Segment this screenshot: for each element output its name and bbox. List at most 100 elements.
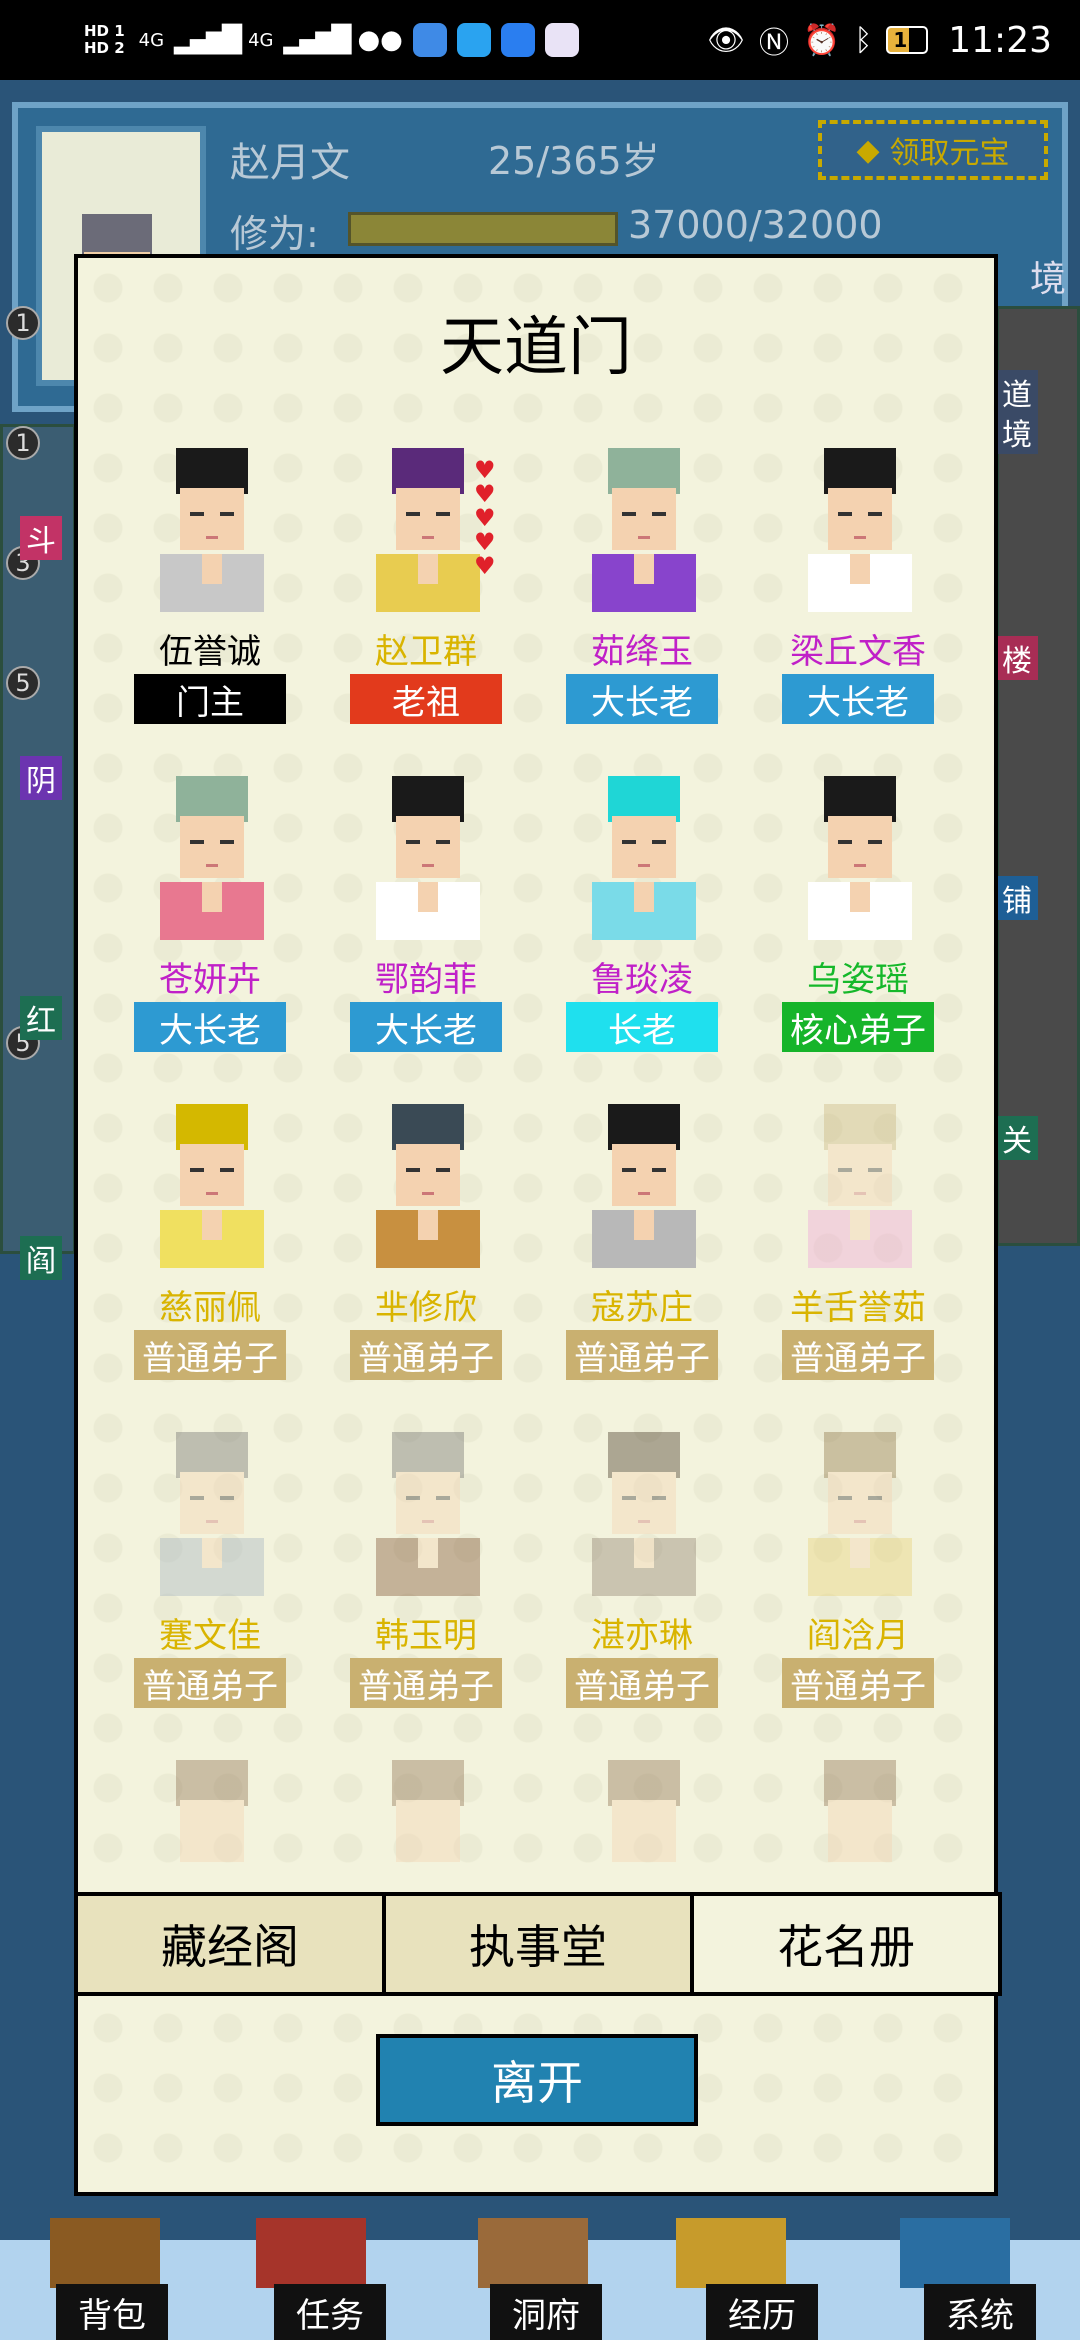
member-card[interactable]: 芈修欣 普通弟子	[350, 1094, 502, 1422]
signal-2-label: 4G	[248, 29, 274, 51]
network-2-label: HD 2	[84, 39, 125, 57]
member-rank-badge: 大长老	[782, 674, 934, 724]
member-avatar	[160, 1104, 264, 1268]
tab-scripture-pavilion[interactable]: 藏经阁	[74, 1892, 386, 1996]
member-avatar	[592, 448, 696, 612]
member-name: 羊舌誉茹	[790, 1288, 926, 1328]
cultivation-bar	[348, 212, 618, 246]
member-card[interactable]: 苍妍卉 大长老	[134, 766, 286, 1094]
nav-history[interactable]: 经历	[706, 2284, 818, 2340]
member-name: 伍誉诚	[159, 632, 261, 672]
member-rank-badge: 普通弟子	[350, 1658, 502, 1708]
tab-label: 藏经阁	[161, 1920, 299, 1974]
nav-quests[interactable]: 任务	[274, 2284, 386, 2340]
member-card[interactable]: 茹绛玉 大长老	[566, 438, 718, 766]
status-bar: HD 1 HD 2 4G ▂▄▆█ 4G ▂▄▆█ ●● 👁 Ⓝ ⏰ ᛒ 15 …	[0, 0, 1080, 80]
member-card[interactable]: 羊舌誉茹 普通弟子	[782, 1094, 934, 1422]
tab-label: 执事堂	[469, 1920, 607, 1974]
leave-button[interactable]: 离开	[376, 2034, 698, 2126]
nav-system[interactable]: 系统	[924, 2284, 1036, 2340]
member-avatar	[376, 448, 480, 612]
member-name: 阎浛月	[807, 1616, 909, 1656]
member-card[interactable]: 阎浛月 普通弟子	[782, 1422, 934, 1750]
eye-icon: 👁	[706, 22, 746, 58]
bottom-nav: 背包 任务 洞府 经历 系统	[0, 2218, 1080, 2340]
member-rank-badge: 老祖	[350, 674, 502, 724]
dialog-tabs: 藏经阁 执事堂 花名册	[74, 1892, 1002, 1996]
member-grid: 伍誉诚 门主 ♥ ♥ ♥ ♥ ♥ 赵卫群 老祖 茹绛玉 大长老 梁丘文香 大长老 苍妍卉 大长老 鄂韵…	[134, 438, 934, 2078]
hearts-icon: ♥ ♥ ♥ ♥ ♥	[474, 456, 496, 580]
member-rank-badge: 核心弟子	[782, 1002, 934, 1052]
tile-number: 5	[6, 666, 40, 700]
edge-text: 境	[1030, 259, 1067, 300]
member-avatar	[808, 776, 912, 940]
claim-ingot-button[interactable]: ◆ 领取元宝	[818, 120, 1048, 180]
player-name: 赵月文	[230, 140, 350, 186]
member-card[interactable]: 慈丽佩 普通弟子	[134, 1094, 286, 1422]
member-avatar	[808, 448, 912, 612]
member-avatar	[160, 776, 264, 940]
sect-roster-dialog: 天道门 伍誉诚 门主 ♥ ♥ ♥ ♥ ♥ 赵卫群 老祖 茹绛玉 大长老 梁丘文香 大长老 苍妍卉大…	[74, 254, 1002, 2196]
backpack-icon	[50, 2218, 160, 2288]
wechat-icon: ●●	[357, 25, 403, 55]
member-rank-badge: 大长老	[350, 1002, 502, 1052]
bluetooth-icon: ᛒ	[854, 22, 873, 58]
dialog-title: 天道门	[440, 311, 632, 385]
roster-list[interactable]: 伍誉诚 门主 ♥ ♥ ♥ ♥ ♥ 赵卫群 老祖 茹绛玉 大长老 梁丘文香 大长老 苍妍卉 大长老 鄂韵…	[78, 438, 994, 2078]
tile-tag: 楼	[996, 636, 1038, 680]
member-name: 梁丘文香	[790, 632, 926, 672]
tile-tag: 斗	[20, 516, 62, 560]
member-name: 鄂韵菲	[375, 960, 477, 1000]
tile-tag: 红	[20, 996, 62, 1040]
member-name: 茹绛玉	[591, 632, 693, 672]
member-rank-badge: 普通弟子	[782, 1658, 934, 1708]
member-name: 韩玉明	[375, 1616, 477, 1656]
member-avatar	[808, 1432, 912, 1596]
member-avatar	[592, 776, 696, 940]
nav-cave[interactable]: 洞府	[490, 2284, 602, 2340]
member-rank-badge: 普通弟子	[134, 1658, 286, 1708]
member-name: 慈丽佩	[159, 1288, 261, 1328]
claim-ingot-label: 领取元宝	[889, 136, 1010, 171]
battery-icon: 15	[886, 26, 929, 54]
signal-1-label: 4G	[138, 29, 165, 51]
system-icon	[900, 2218, 1010, 2288]
member-card[interactable]: 鲁琰凌 长老	[566, 766, 718, 1094]
member-card[interactable]: 蹇文佳 普通弟子	[134, 1422, 286, 1750]
member-rank-badge: 大长老	[134, 1002, 286, 1052]
member-avatar	[376, 1104, 480, 1268]
member-card[interactable]: 韩玉明 普通弟子	[350, 1422, 502, 1750]
alarm-icon: ⏰	[803, 22, 841, 58]
cave-icon	[478, 2218, 588, 2288]
cultivation-label: 修为:	[230, 212, 319, 256]
tile-tag: 境	[996, 410, 1038, 454]
member-card[interactable]: 寇苏庄 普通弟子	[566, 1094, 718, 1422]
tile-tag: 阴	[20, 756, 62, 800]
member-avatar	[160, 448, 264, 612]
member-card[interactable]: 鄂韵菲 大长老	[350, 766, 502, 1094]
member-card[interactable]: 乌姿瑶 核心弟子	[782, 766, 934, 1094]
member-avatar	[592, 1104, 696, 1268]
member-name: 鲁琰凌	[591, 960, 693, 1000]
nfc-icon: Ⓝ	[759, 26, 790, 61]
ingot-icon: ◆	[856, 132, 880, 168]
tab-affairs-hall[interactable]: 执事堂	[382, 1892, 694, 1996]
music-app-icon	[412, 23, 447, 57]
signal-bars-icon: ▂▄▆█	[283, 25, 351, 55]
ball-app-icon	[544, 23, 579, 57]
tab-roster[interactable]: 花名册	[690, 1892, 1002, 1996]
member-avatar	[376, 1432, 480, 1596]
bulb-app-icon	[500, 23, 535, 57]
member-card[interactable]: 伍誉诚 门主	[134, 438, 286, 766]
member-avatar	[808, 1104, 912, 1268]
member-card[interactable]: 梁丘文香 大长老	[782, 438, 934, 766]
member-card[interactable]: 湛亦琳 普通弟子	[566, 1422, 718, 1750]
member-card[interactable]: ♥ ♥ ♥ ♥ ♥ 赵卫群 老祖	[350, 438, 502, 766]
member-rank-badge: 门主	[134, 674, 286, 724]
member-name: 湛亦琳	[591, 1616, 693, 1656]
member-rank-badge: 普通弟子	[782, 1330, 934, 1380]
tile-tag: 铺	[996, 876, 1038, 920]
member-rank-badge: 普通弟子	[134, 1330, 286, 1380]
nav-backpack[interactable]: 背包	[56, 2284, 168, 2340]
search-app-icon	[456, 23, 491, 57]
